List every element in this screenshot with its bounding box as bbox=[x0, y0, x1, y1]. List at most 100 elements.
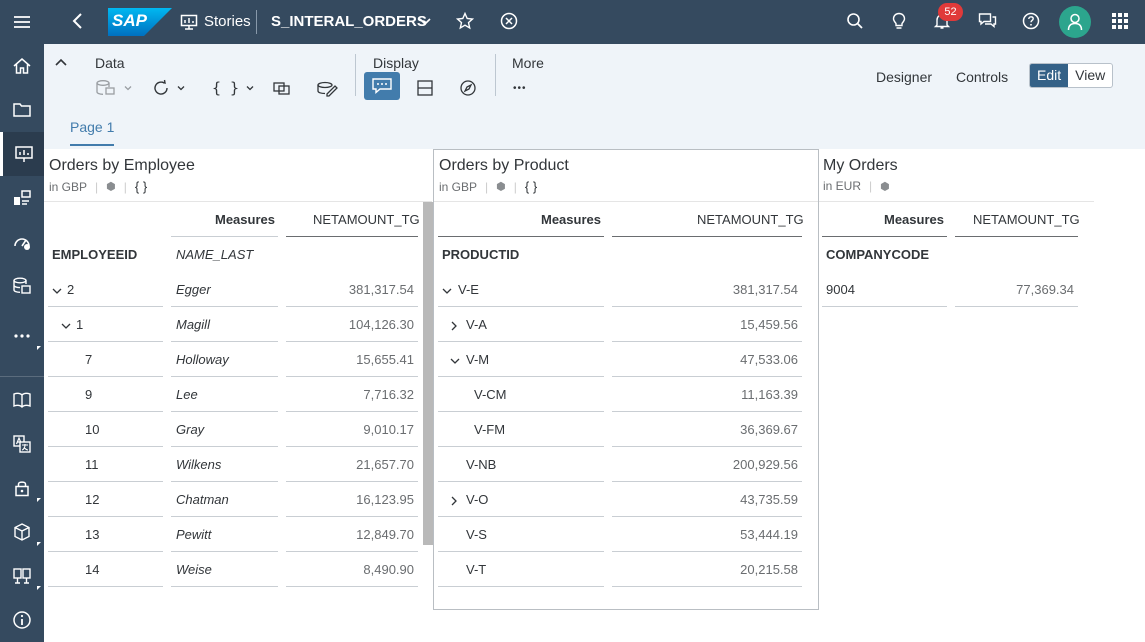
layout-icon[interactable] bbox=[416, 76, 434, 100]
productid-header[interactable]: PRODUCTID bbox=[442, 247, 519, 262]
row-line bbox=[48, 551, 163, 552]
employeeid-header[interactable]: EMPLOYEEID bbox=[52, 247, 137, 262]
data-source-icon[interactable] bbox=[95, 76, 133, 100]
row-line bbox=[438, 481, 604, 482]
security-icon[interactable] bbox=[0, 466, 44, 510]
close-circle-icon[interactable] bbox=[500, 12, 518, 35]
employee-id: 13 bbox=[85, 527, 100, 542]
folder-icon[interactable] bbox=[0, 88, 44, 132]
chevron-down-icon[interactable] bbox=[441, 284, 453, 302]
header-underline bbox=[612, 236, 802, 237]
linked-analysis-icon[interactable] bbox=[272, 76, 292, 100]
stories-icon[interactable] bbox=[0, 132, 44, 176]
netamount-column-header[interactable]: NETAMOUNT_TG bbox=[313, 212, 420, 227]
row-line bbox=[171, 516, 278, 517]
chevron-down-icon[interactable] bbox=[60, 319, 72, 337]
document-title[interactable]: S_INTERAL_ORDERS bbox=[271, 13, 427, 30]
row-line bbox=[955, 306, 1078, 307]
product-id: V-FM bbox=[474, 422, 506, 437]
edit-mode-button[interactable]: Edit bbox=[1030, 64, 1069, 87]
vertical-scrollbar[interactable] bbox=[423, 202, 433, 545]
name-last-header[interactable]: NAME_LAST bbox=[176, 247, 253, 262]
back-icon[interactable] bbox=[70, 12, 86, 35]
expand-caret-icon bbox=[37, 586, 41, 590]
employee-id: 2 bbox=[67, 282, 75, 297]
comment-icon[interactable] bbox=[364, 72, 400, 100]
row-line bbox=[286, 516, 418, 517]
row-line bbox=[48, 586, 163, 587]
netamount-column-header[interactable]: NETAMOUNT_TG bbox=[697, 212, 804, 227]
more-icon[interactable] bbox=[0, 314, 44, 358]
row-line bbox=[286, 551, 418, 552]
chevron-down-icon[interactable] bbox=[418, 14, 432, 33]
chevron-down-icon[interactable] bbox=[449, 354, 461, 372]
formula-icon[interactable]: { } bbox=[212, 76, 255, 100]
tab-page-1[interactable]: Page 1 bbox=[70, 119, 114, 135]
info-icon[interactable] bbox=[0, 598, 44, 642]
measures-header[interactable]: Measures bbox=[215, 212, 275, 227]
row-line bbox=[438, 306, 604, 307]
datasets-icon[interactable] bbox=[0, 264, 44, 308]
header-underline bbox=[286, 236, 418, 237]
row-line bbox=[48, 446, 163, 447]
deploy-icon[interactable] bbox=[0, 510, 44, 554]
active-tab-indicator bbox=[70, 144, 114, 146]
widget-subtitle: in GBP | ⬢ | { } bbox=[49, 179, 148, 194]
measures-header[interactable]: Measures bbox=[541, 212, 601, 227]
home-icon[interactable] bbox=[0, 44, 44, 88]
designer-button[interactable]: Designer bbox=[876, 69, 932, 85]
designer-icon[interactable] bbox=[0, 554, 44, 598]
chat-icon[interactable] bbox=[978, 12, 997, 35]
product-id: V-A bbox=[466, 317, 487, 332]
product-id: V-M bbox=[466, 352, 490, 367]
measures-header[interactable]: Measures bbox=[884, 212, 944, 227]
lightbulb-icon[interactable] bbox=[890, 12, 908, 35]
row-line bbox=[286, 446, 418, 447]
app-name[interactable]: Stories bbox=[204, 13, 251, 30]
more-options-icon[interactable]: ••• bbox=[513, 76, 527, 100]
view-mode-button[interactable]: View bbox=[1068, 64, 1112, 87]
product-value: 47,533.06 bbox=[740, 352, 798, 367]
chevron-down-icon[interactable] bbox=[51, 284, 63, 302]
explorer-icon[interactable] bbox=[459, 76, 477, 100]
notification-badge[interactable]: 52 bbox=[938, 3, 963, 21]
product-value: 53,444.19 bbox=[740, 527, 798, 542]
header-underline bbox=[822, 236, 947, 237]
nav-divider bbox=[0, 376, 44, 377]
employee-name: Pewitt bbox=[176, 527, 212, 542]
employee-value: 9,010.17 bbox=[363, 422, 414, 437]
expand-caret-icon bbox=[37, 346, 41, 350]
chevron-right-icon[interactable] bbox=[448, 494, 460, 512]
currency-label: in GBP bbox=[439, 179, 478, 194]
app-grid-icon[interactable] bbox=[1111, 12, 1129, 35]
star-icon[interactable] bbox=[455, 11, 475, 35]
refresh-icon[interactable] bbox=[152, 76, 186, 100]
controls-button[interactable]: Controls bbox=[956, 69, 1008, 85]
menu-icon[interactable] bbox=[0, 0, 44, 44]
netamount-column-header[interactable]: NETAMOUNT_TG bbox=[973, 212, 1080, 227]
product-value: 200,929.56 bbox=[732, 457, 798, 472]
edit-prompts-icon[interactable] bbox=[316, 76, 338, 100]
companycode-header[interactable]: COMPANYCODE bbox=[826, 247, 929, 262]
divider bbox=[434, 201, 818, 202]
book-icon[interactable] bbox=[0, 378, 44, 422]
expand-caret-icon bbox=[37, 542, 41, 546]
avatar[interactable] bbox=[1059, 6, 1091, 38]
toolbar-divider bbox=[495, 54, 496, 96]
search-icon[interactable] bbox=[846, 12, 864, 35]
formula-icon: { } bbox=[134, 179, 148, 194]
row-line bbox=[48, 341, 163, 342]
row-line bbox=[48, 411, 163, 412]
help-icon[interactable] bbox=[1022, 12, 1040, 35]
employee-id: 14 bbox=[85, 562, 100, 577]
employee-name: Chatman bbox=[176, 492, 229, 507]
employee-id: 9 bbox=[85, 387, 93, 402]
employee-name: Holloway bbox=[176, 352, 229, 367]
dashboard-icon[interactable] bbox=[0, 220, 44, 264]
analytics-icon[interactable] bbox=[0, 176, 44, 220]
chevron-right-icon[interactable] bbox=[448, 319, 460, 337]
widget-title: Orders by Product bbox=[439, 157, 569, 174]
collapse-toolbar-icon[interactable] bbox=[54, 54, 68, 72]
row-line bbox=[171, 376, 278, 377]
translate-icon[interactable] bbox=[0, 422, 44, 466]
